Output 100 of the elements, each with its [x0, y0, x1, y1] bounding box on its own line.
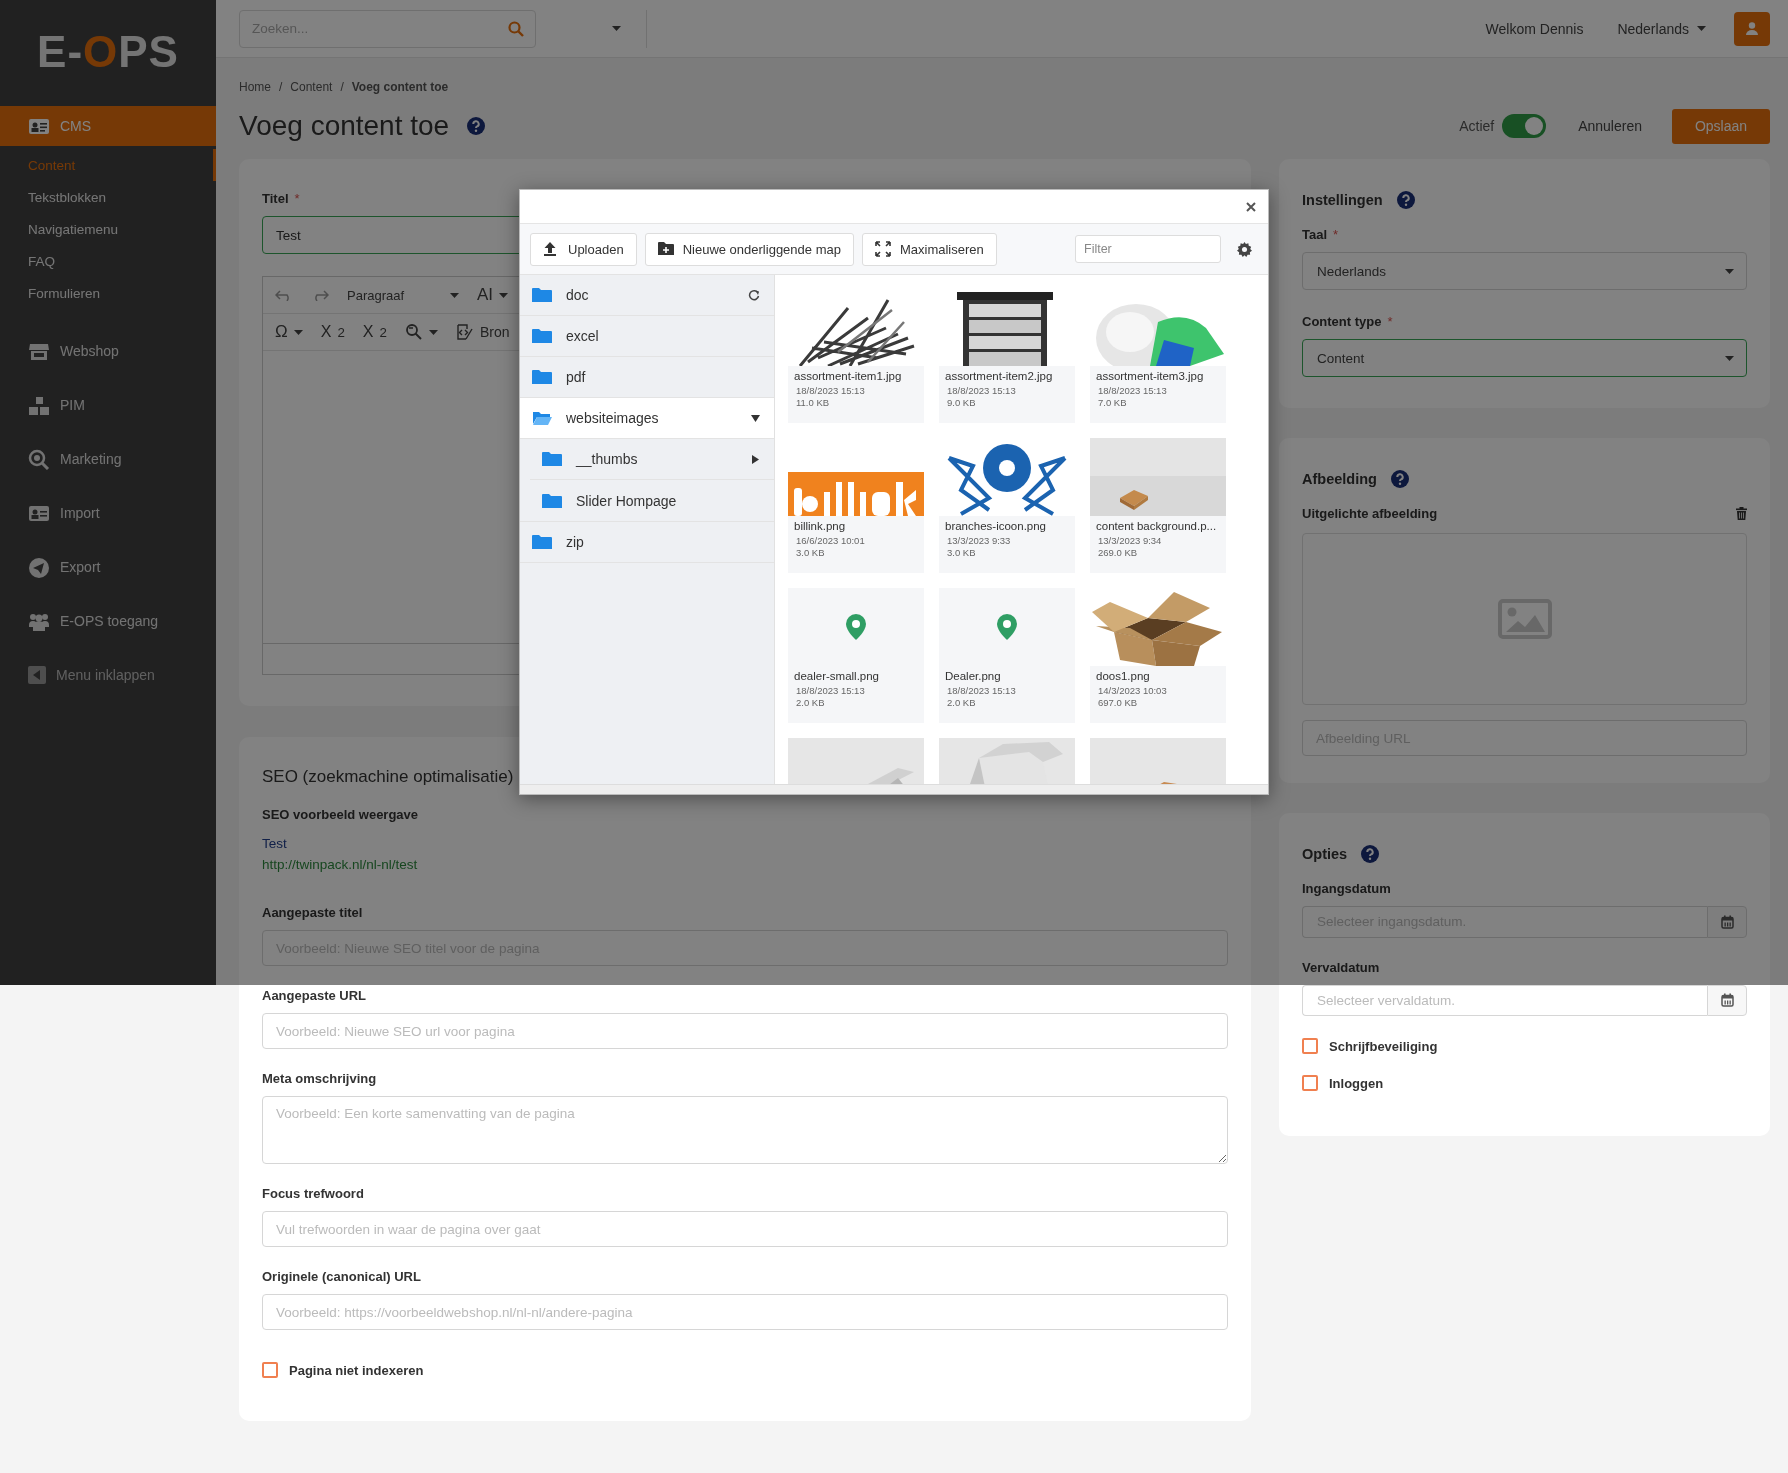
field-label: Focus trefwoord	[262, 1186, 365, 1201]
field-label: Originele (canonical) URL	[262, 1269, 422, 1284]
file-date: 13/3/2023 9:33	[947, 535, 1012, 547]
toolbar-button[interactable]: Uploaden	[530, 232, 637, 266]
folder-item[interactable]: websiteimages	[520, 398, 774, 439]
active-toggle[interactable]	[1502, 114, 1547, 138]
file-size: 2.0 KB	[947, 696, 977, 709]
help-icon[interactable]	[1396, 191, 1415, 209]
field-label: Aangepaste URL	[262, 988, 368, 1003]
select-field[interactable]: Nederlands	[1302, 252, 1747, 290]
magnifier-icon	[28, 448, 50, 470]
settings-icon	[1237, 241, 1252, 257]
preview-title: Test	[262, 836, 288, 851]
calendar-button[interactable]	[1707, 984, 1747, 1016]
help-icon[interactable]	[1390, 470, 1409, 488]
sidebar-item[interactable]: CMS	[0, 106, 216, 146]
source-button[interactable]: Bron	[451, 323, 514, 341]
calendar-button[interactable]	[1707, 906, 1747, 938]
save-button[interactable]: Opslaan	[1672, 108, 1770, 144]
breadcrumb-separator: /	[340, 80, 344, 94]
field-label: Taal *	[1302, 227, 1340, 242]
logo: E-OPS	[37, 30, 179, 74]
collapse-icon	[28, 666, 46, 684]
toolbar-dropdown[interactable]: Ω	[271, 322, 307, 342]
input-field[interactable]: Vul trefwoorden in waar de pagina over gaat	[262, 1211, 1228, 1247]
file-card[interactable]: Dealer.png 18/8/2023 15:13 2.0 KB	[939, 588, 1075, 723]
toolbar-button[interactable]: Maximaliseren	[861, 232, 997, 266]
caret-icon	[450, 292, 459, 298]
sidebar-subitem[interactable]: Formulieren	[0, 277, 216, 309]
sidebar-subitem[interactable]: FAQ	[0, 245, 216, 277]
paragraph-dropdown[interactable]: Paragraaf	[343, 287, 463, 303]
breadcrumb-separator: /	[279, 80, 283, 94]
file-card[interactable]: assortment-item2.jpg 18/8/2023 15:13 9.0 KB	[939, 288, 1075, 423]
scrollbar[interactable]	[520, 784, 1268, 794]
sidebar-item[interactable]: Webshop	[0, 331, 216, 371]
sidebar-item[interactable]: Import	[0, 493, 216, 533]
date-field[interactable]: Selecteer vervaldatum.	[1302, 984, 1707, 1016]
breadcrumb-item[interactable]: Home	[239, 80, 271, 94]
toggle-label: Actief	[1459, 118, 1495, 134]
folder-icon	[532, 534, 552, 550]
checkbox-label: Schrijfbeveiliging	[1329, 1038, 1438, 1054]
checkbox-label: Pagina niet indexeren	[289, 1362, 424, 1378]
section-title: Instellingen	[1302, 192, 1383, 208]
file-card[interactable]: doos1.png 14/3/2023 10:03 697.0 KB	[1090, 588, 1226, 723]
text-area[interactable]: Voorbeeld: Een korte samenvatting van de pagina	[262, 1096, 1228, 1164]
close-icon	[1246, 201, 1256, 212]
sidebar-item[interactable]: Export	[0, 547, 216, 587]
breadcrumb-item: Voeg content toe	[351, 80, 449, 94]
file-date: 18/8/2023 15:13	[947, 385, 1017, 397]
paper-plane-icon	[28, 556, 50, 578]
collapse-menu-button[interactable]: Menu inklappen	[0, 655, 216, 695]
welcome-text: Welkom Dennis	[1485, 20, 1584, 37]
toolbar-button[interactable]: Nieuwe onderliggende map	[644, 232, 854, 266]
checkbox[interactable]	[1302, 1038, 1318, 1054]
calendar-icon	[1720, 993, 1734, 1008]
section-title: SEO (zoekmachine optimalisatie)	[262, 767, 515, 787]
trash-icon[interactable]	[1736, 507, 1747, 520]
sidebar-subitem[interactable]: Navigatiemenu	[0, 213, 216, 245]
folder-icon	[542, 451, 562, 467]
checkbox[interactable]	[1302, 1075, 1318, 1091]
close-button[interactable]	[1246, 201, 1256, 212]
file-name: assortment-item2.jpg	[945, 370, 1053, 382]
preview-url: http://twinpack.nl/nl-nl/test	[262, 857, 419, 872]
sidebar-item[interactable]: E-OPS toegang	[0, 601, 216, 641]
user-button[interactable]	[1734, 11, 1770, 46]
file-size: 11.0 KB	[796, 396, 831, 409]
file-card[interactable]: branches-icoon.png 13/3/2023 9:33 3.0 KB	[939, 438, 1075, 573]
sidebar-subitem[interactable]: Tekstblokken	[0, 181, 216, 213]
file-size: 7.0 KB	[1098, 396, 1128, 409]
folder-icon	[532, 410, 552, 426]
sidebar-item[interactable]: PIM	[0, 385, 216, 425]
caret-icon[interactable]	[751, 454, 760, 464]
caret-icon[interactable]	[751, 413, 760, 423]
file-card[interactable]: assortment-item3.jpg 18/8/2023 15:13 7.0 KB	[1090, 288, 1226, 423]
file-name: assortment-item3.jpg	[1096, 370, 1204, 382]
file-card[interactable]: content background.p... 13/3/2023 9:34 269.0 KB	[1090, 438, 1226, 573]
input-field[interactable]: Voorbeeld: https://voorbeeldwebshop.nl/nl-nl/andere-pagina	[262, 1294, 1228, 1330]
help-icon[interactable]	[1361, 845, 1380, 863]
folder-icon	[532, 369, 552, 385]
file-date: 18/8/2023 15:13	[947, 685, 1017, 697]
field-label: SEO voorbeeld weergave	[262, 807, 420, 822]
cancel-button[interactable]: Annuleren	[1578, 118, 1642, 134]
field-label: Uitgelichte afbeelding	[1302, 506, 1438, 521]
source-icon	[455, 323, 474, 341]
file-card[interactable]: dealer-small.png 18/8/2023 15:13 2.0 KB	[788, 588, 924, 723]
search-icon[interactable]	[508, 20, 524, 37]
help-icon[interactable]	[467, 117, 486, 135]
file-size: 697.0 KB	[1098, 696, 1139, 709]
section-title: Opties	[1302, 846, 1348, 862]
checkbox[interactable]	[262, 1362, 278, 1378]
filter-field[interactable]: Filter	[1075, 235, 1221, 263]
file-card[interactable]: assortment-item1.jpg 18/8/2023 15:13 11.0 KB	[788, 288, 924, 423]
sidebar-item[interactable]: Marketing	[0, 439, 216, 479]
input-field[interactable]: Voorbeeld: Nieuwe SEO url voor pagina	[262, 1013, 1228, 1049]
file-name: dealer-small.png	[794, 670, 879, 682]
file-card[interactable]: billink.png 16/6/2023 10:01 3.0 KB	[788, 438, 924, 573]
toolbar-dropdown[interactable]: AI	[473, 285, 513, 305]
breadcrumb-item[interactable]: Content	[290, 80, 333, 94]
select-field[interactable]: Content	[1302, 339, 1747, 377]
language-dropdown[interactable]: Nederlands	[1617, 20, 1706, 37]
